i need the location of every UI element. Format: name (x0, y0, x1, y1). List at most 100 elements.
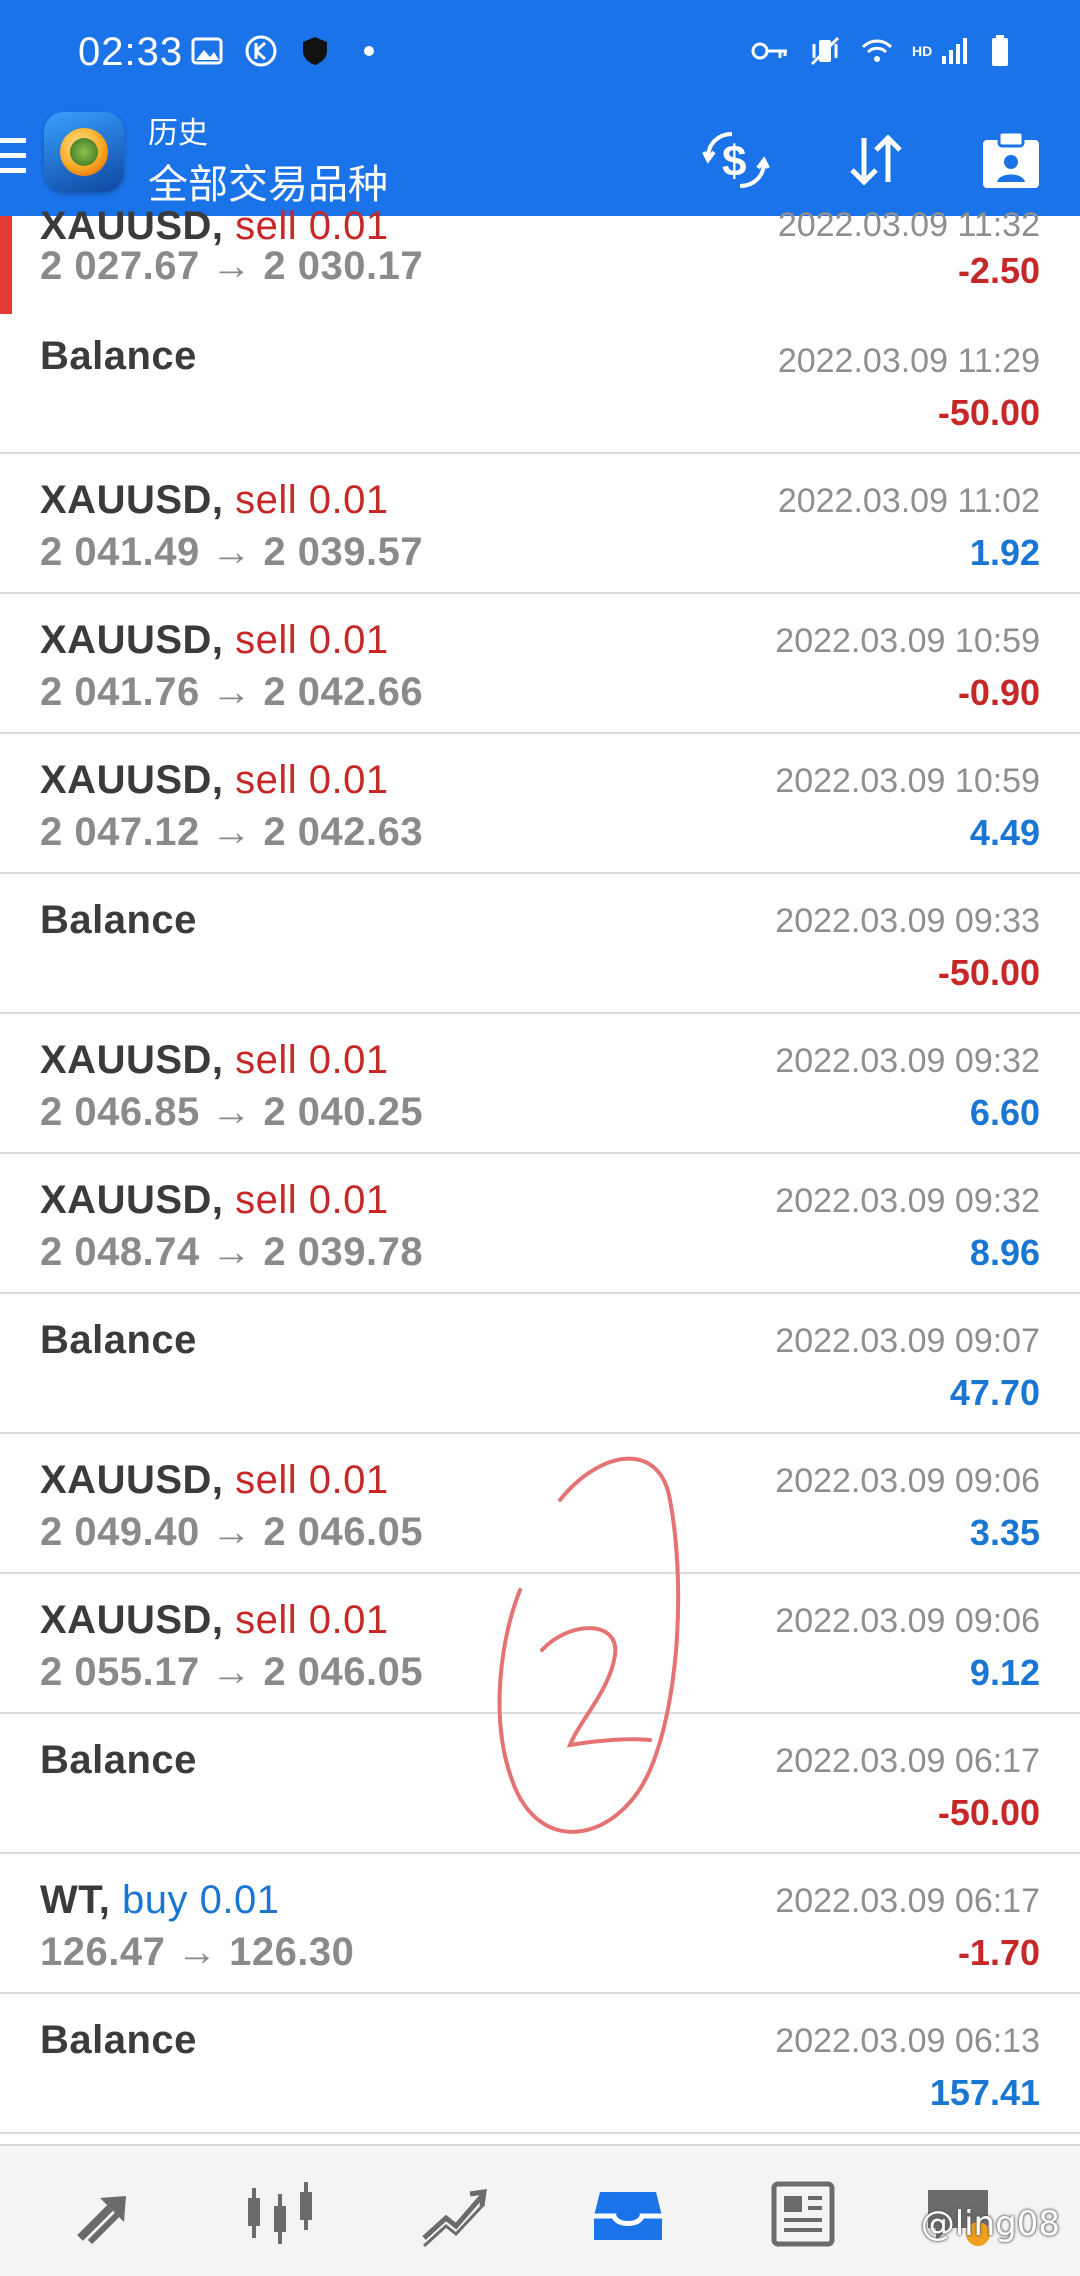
status-bar: 02:33 HD (0, 0, 1080, 104)
gallery-icon (191, 37, 223, 65)
row-date: 2022.03.09 10:59 (775, 762, 1040, 800)
signal-icon: HD (912, 38, 967, 64)
history-row[interactable]: XAUUSD, sell 0.01 2 055.17 → 2 046.05 20… (0, 1574, 1080, 1714)
row-prices: 2 047.12 → 2 042.63 (40, 810, 424, 854)
row-symbol: Balance (40, 2018, 197, 2062)
trade-icon[interactable] (416, 2176, 492, 2252)
row-prices: 2 041.76 → 2 042.66 (40, 670, 424, 714)
row-prices: 2 055.17 → 2 046.05 (40, 1650, 424, 1694)
battery-icon (992, 35, 1008, 66)
dot-icon (364, 46, 374, 56)
row-amount: 6.60 (969, 1092, 1040, 1133)
sort-icon[interactable] (840, 124, 912, 196)
row-date: 2022.03.09 06:17 (775, 1882, 1040, 1920)
history-row[interactable]: XAUUSD, sell 0.01 2 049.40 → 2 046.05 20… (0, 1434, 1080, 1574)
row-amount: 9.12 (969, 1652, 1040, 1693)
vibrate-icon (810, 36, 840, 66)
row-date: 2022.03.09 11:29 (777, 342, 1040, 380)
row-prices: 2 048.74 → 2 039.78 (40, 1230, 424, 1274)
key-icon (751, 42, 787, 60)
row-side: sell 0.01 (235, 1038, 389, 1082)
clock: 02:33 (78, 30, 184, 74)
symbol-filter-title[interactable]: 全部交易品种 (148, 152, 388, 210)
row-side: sell 0.01 (235, 618, 389, 662)
row-prices: 126.47 → 126.30 (40, 1930, 355, 1974)
row-symbol: XAUUSD (40, 204, 212, 248)
history-row[interactable]: Balance 2022.03.09 06:13 157.41 (0, 1994, 1080, 2134)
row-prices: 2 041.49 → 2 039.57 (40, 530, 424, 574)
row-symbol: XAUUSD (40, 1038, 212, 1082)
currency-exchange-icon[interactable]: $ (700, 124, 772, 196)
history-row[interactable]: XAUUSD, sell 0.01 2 041.49 → 2 039.57 20… (0, 454, 1080, 594)
row-date: 2022.03.09 11:32 (777, 206, 1040, 244)
row-date: 2022.03.09 10:59 (775, 622, 1040, 660)
app-logo[interactable] (44, 112, 124, 192)
svg-text:$: $ (722, 137, 746, 186)
history-row[interactable]: Balance 2022.03.09 11:29 -50.00 (0, 314, 1080, 454)
quotes-icon[interactable] (70, 2176, 146, 2252)
bottom-navigation: @ling08 (0, 2144, 1080, 2276)
app-bar: 历史 全部交易品种 $ (0, 104, 1080, 216)
row-date: 2022.03.09 11:02 (777, 482, 1040, 520)
row-amount: 4.49 (969, 812, 1040, 853)
row-amount: -50.00 (937, 952, 1040, 993)
news-icon[interactable] (764, 2176, 840, 2252)
row-amount: -2.50 (957, 250, 1040, 291)
row-symbol: XAUUSD (40, 1458, 212, 1502)
history-row[interactable]: Balance 2022.03.09 06:17 -50.00 (0, 1714, 1080, 1854)
row-date: 2022.03.09 06:17 (775, 1742, 1040, 1780)
row-amount: -50.00 (937, 1792, 1040, 1833)
row-prices: 2 049.40 → 2 046.05 (40, 1510, 424, 1554)
row-amount: 47.70 (949, 1372, 1040, 1413)
row-date: 2022.03.09 09:06 (775, 1602, 1040, 1640)
history-row[interactable]: XAUUSD, sell 0.01 2 048.74 → 2 039.78 20… (0, 1154, 1080, 1294)
row-amount: 8.96 (969, 1232, 1040, 1273)
history-row[interactable]: WT, buy 0.01 126.47 → 126.30 2022.03.09 … (0, 1854, 1080, 1994)
row-symbol: Balance (40, 1318, 197, 1362)
row-symbol: XAUUSD (40, 758, 212, 802)
row-symbol: XAUUSD (40, 1598, 212, 1642)
row-date: 2022.03.09 09:32 (775, 1042, 1040, 1080)
row-date: 2022.03.09 09:33 (775, 902, 1040, 940)
row-amount: 3.35 (969, 1512, 1040, 1553)
shield-icon (303, 37, 327, 65)
wifi-icon (861, 39, 893, 62)
row-symbol: XAUUSD (40, 478, 212, 522)
row-date: 2022.03.09 06:13 (775, 2022, 1040, 2060)
row-side: sell 0.01 (235, 758, 389, 802)
add-report-icon[interactable] (975, 124, 1047, 196)
row-date: 2022.03.09 09:32 (775, 1182, 1040, 1220)
row-amount: 157.41 (929, 2072, 1040, 2113)
watermark: @ling08 (920, 2204, 1060, 2244)
row-date: 2022.03.09 09:07 (775, 1322, 1040, 1360)
chart-candles-icon[interactable] (242, 2176, 318, 2252)
row-side: sell 0.01 (235, 1458, 389, 1502)
history-row[interactable]: Balance 2022.03.09 09:33 -50.00 (0, 874, 1080, 1014)
row-amount: 1.92 (969, 532, 1040, 573)
row-symbol: Balance (40, 898, 197, 942)
row-side: sell 0.01 (235, 478, 389, 522)
row-symbol: XAUUSD (40, 1178, 212, 1222)
row-symbol: Balance (40, 334, 197, 378)
history-inbox-icon[interactable] (590, 2176, 666, 2252)
row-symbol: WT (40, 1878, 99, 1922)
row-amount: -50.00 (937, 392, 1040, 433)
row-side: sell 0.01 (235, 204, 389, 248)
history-row[interactable]: XAUUSD, sell 0.01 2 047.12 → 2 042.63 20… (0, 734, 1080, 874)
row-prices: 2 046.85 → 2 040.25 (40, 1090, 424, 1134)
row-amount: -1.70 (957, 1932, 1040, 1973)
menu-icon[interactable] (0, 138, 28, 178)
history-row[interactable]: XAUUSD, sell 0.01 2 046.85 → 2 040.25 20… (0, 1014, 1080, 1154)
history-row[interactable]: Balance 2022.03.09 09:07 47.70 (0, 1294, 1080, 1434)
row-amount: -0.90 (957, 672, 1040, 713)
row-side: sell 0.01 (235, 1178, 389, 1222)
row-side: buy 0.01 (122, 1878, 280, 1922)
k-app-icon (245, 35, 277, 67)
row-symbol: Balance (40, 1738, 197, 1782)
row-date: 2022.03.09 09:06 (775, 1462, 1040, 1500)
page-title-small: 历史 (148, 116, 208, 151)
row-prices: 2 027.67 → 2 030.17 (40, 244, 424, 288)
svg-text:HD: HD (912, 43, 932, 59)
history-row[interactable]: XAUUSD, sell 0.01 2 041.76 → 2 042.66 20… (0, 594, 1080, 734)
row-symbol: XAUUSD (40, 618, 212, 662)
